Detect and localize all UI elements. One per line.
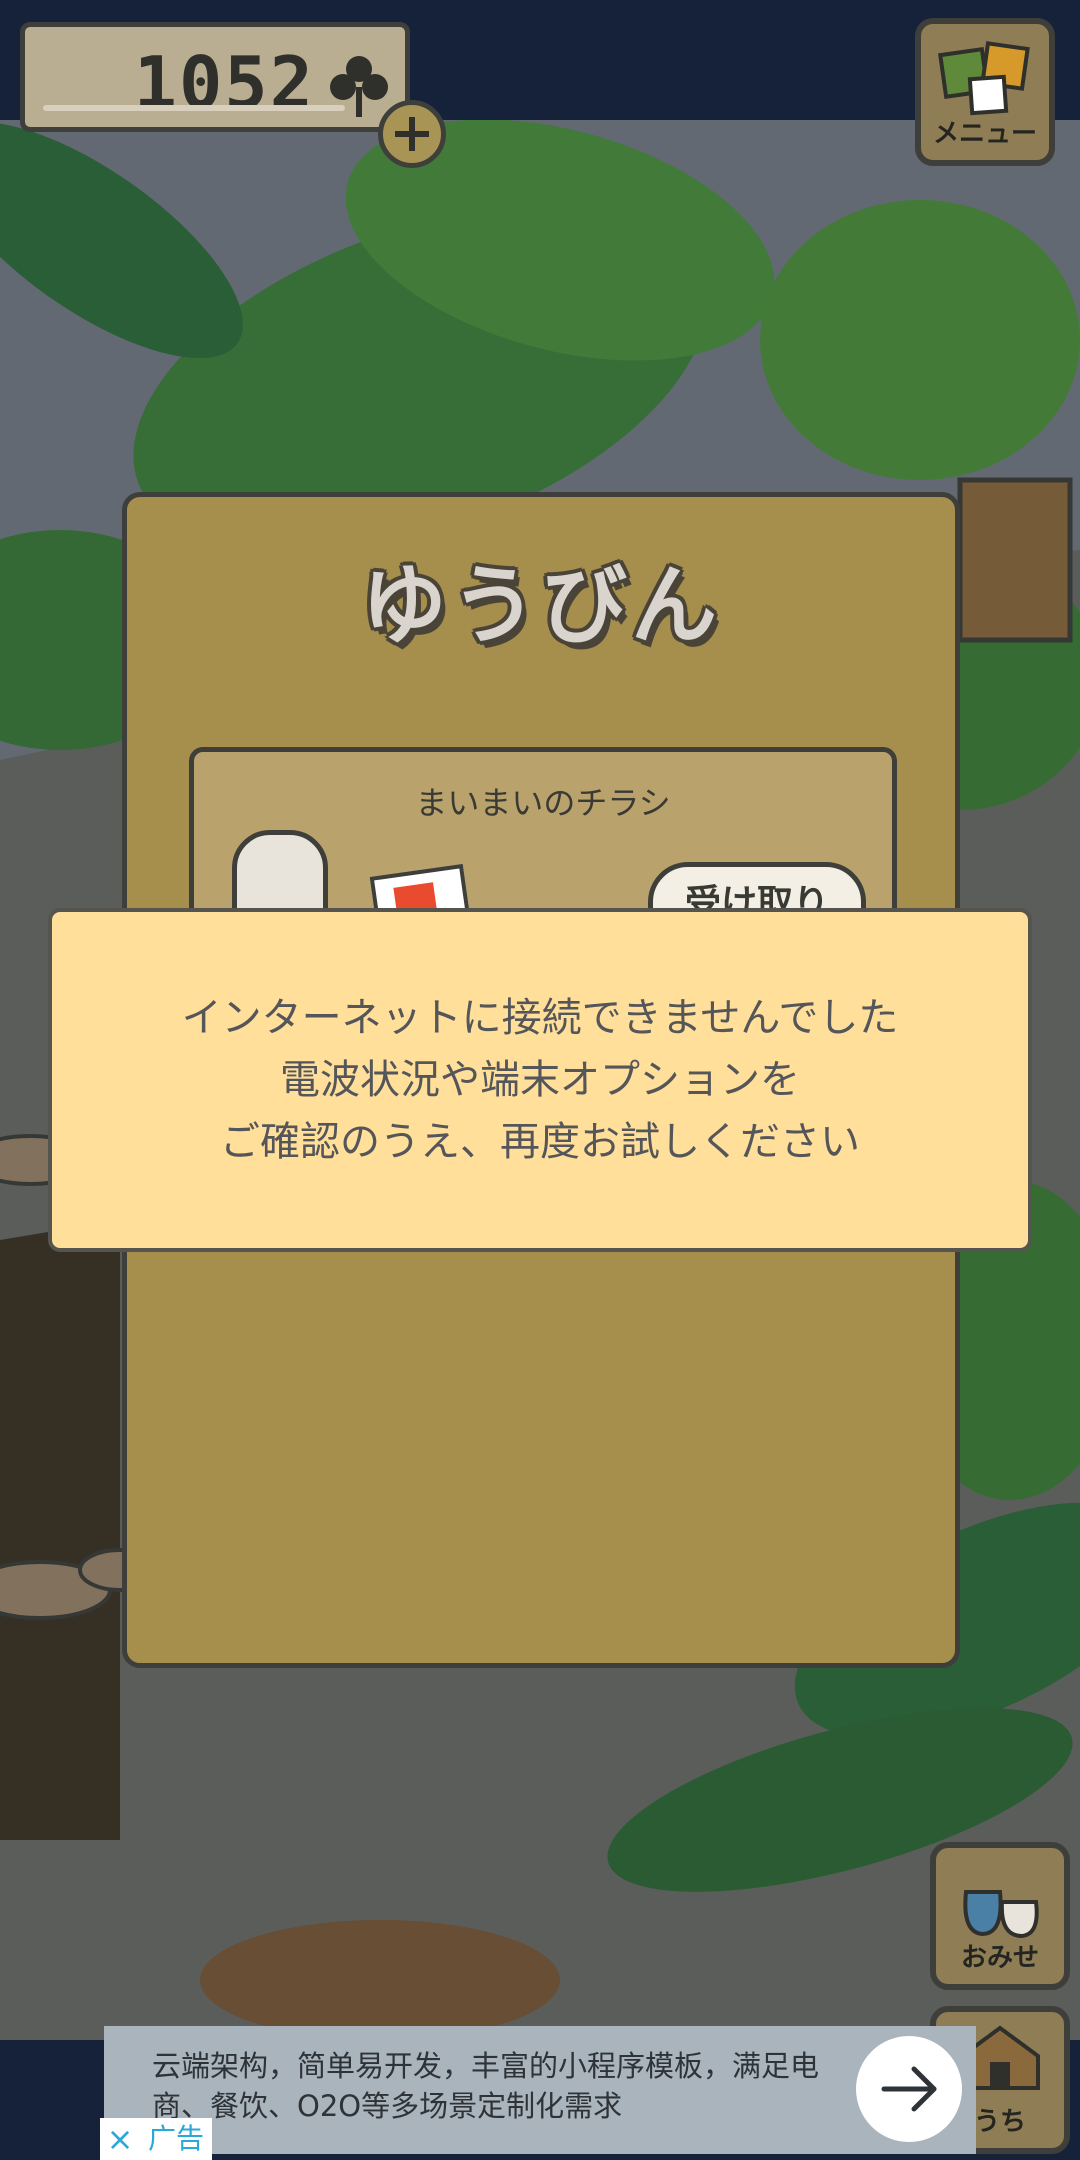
mail-title: ゆうびん — [361, 556, 721, 656]
dialog-line-3: ご確認のうえ、再度お試しください — [220, 1119, 860, 1165]
clover-count: 1052 — [133, 41, 315, 125]
ad-close-icon[interactable]: × — [100, 2118, 140, 2160]
dialog-line-1: インターネットに接続できませんでした — [181, 995, 899, 1041]
network-error-dialog[interactable]: インターネットに接続できませんでした 電波状況や端末オプションを ご確認のうえ、… — [48, 908, 1032, 1252]
shop-button[interactable]: おみせ — [930, 1842, 1070, 1990]
shop-label: おみせ — [960, 1943, 1039, 1973]
menu-icon — [938, 41, 1030, 116]
add-clover-button[interactable] — [378, 100, 446, 168]
bag-icon — [963, 1890, 1039, 1939]
dialog-message: インターネットに接続できませんでした 電波状況や端末オプションを ご確認のうえ、… — [182, 987, 899, 1173]
ad-tag: 广告 — [140, 2118, 212, 2160]
ad-arrow-button[interactable] — [856, 2036, 962, 2142]
clover-counter: 1052 — [20, 22, 410, 132]
dialog-line-2: 電波状況や端末オプションを — [280, 1057, 800, 1103]
menu-button[interactable]: メニュー — [915, 18, 1055, 166]
ad-banner[interactable]: 云端架构，简单易开发，丰富的小程序模板，满足电商、餐饮、O2O等多场景定制化需求 — [104, 2026, 976, 2154]
ad-text: 云端架构，简单易开发，丰富的小程序模板，满足电商、餐饮、O2O等多场景定制化需求 — [152, 2049, 820, 2123]
arrow-right-icon — [881, 2066, 937, 2112]
clover-underline — [43, 105, 345, 111]
clover-icon — [327, 51, 391, 125]
menu-label: メニュー — [932, 119, 1037, 149]
mail-item-title: まいまいのチラシ — [415, 784, 671, 822]
